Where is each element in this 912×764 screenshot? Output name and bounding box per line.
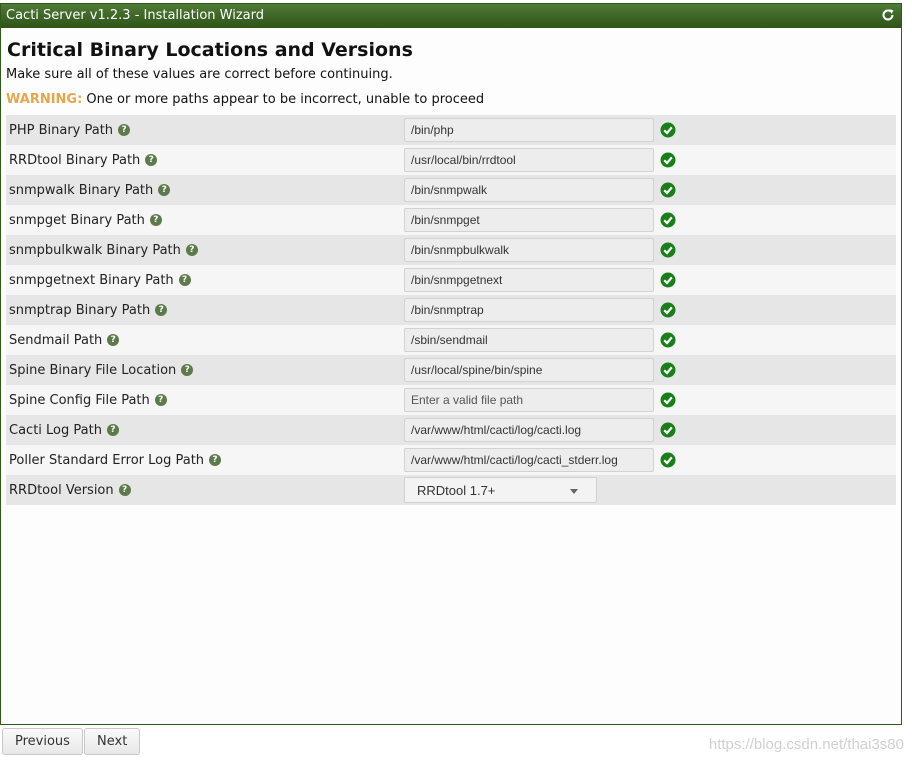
check-circle-icon	[660, 452, 676, 468]
wizard-footer: Previous Next https://blog.csdn.net/thai…	[0, 726, 912, 764]
table-row: RRDtool Binary Path?	[6, 145, 896, 175]
row-label-text: Poller Standard Error Log Path	[9, 452, 205, 468]
warning-text: One or more paths appear to be incorrect…	[82, 92, 485, 107]
check-circle-icon	[660, 212, 676, 228]
row-label-text: PHP Binary Path	[9, 122, 114, 138]
help-icon[interactable]: ?	[118, 484, 131, 496]
row-label-text: Sendmail Path	[9, 332, 103, 348]
row-label: snmpget Binary Path?	[6, 213, 404, 228]
row-label-text: Spine Binary File Location	[9, 362, 177, 378]
table-row: snmpgetnext Binary Path?	[6, 265, 896, 295]
row-label: Sendmail Path?	[6, 333, 404, 348]
row-label: RRDtool Binary Path?	[6, 153, 404, 168]
path-input-snmptrap[interactable]	[404, 298, 654, 322]
help-icon[interactable]: ?	[185, 244, 198, 256]
help-icon[interactable]: ?	[154, 394, 167, 406]
row-label-text: snmpgetnext Binary Path	[9, 272, 174, 288]
row-label: snmpbulkwalk Binary Path?	[6, 243, 404, 258]
row-label: RRDtool Version?	[6, 483, 404, 498]
path-input-poller-stderr[interactable]	[404, 448, 654, 472]
check-circle-icon	[660, 272, 676, 288]
path-input-php[interactable]	[404, 118, 654, 142]
rrdtool-version-select[interactable]: RRDtool 1.7+	[404, 477, 597, 503]
wizard-content: Critical Binary Locations and Versions M…	[1, 38, 901, 505]
row-label-text: snmpbulkwalk Binary Path	[9, 242, 181, 258]
row-label: Spine Config File Path?	[6, 393, 404, 408]
refresh-icon[interactable]	[881, 8, 895, 22]
row-label-text: snmpwalk Binary Path	[9, 182, 154, 198]
help-icon[interactable]: ?	[181, 364, 194, 376]
install-wizard-dialog: Cacti Server v1.2.3 - Installation Wizar…	[0, 3, 902, 725]
row-label-text: Cacti Log Path	[9, 422, 102, 438]
help-icon[interactable]: ?	[158, 184, 171, 196]
check-circle-icon	[660, 242, 676, 258]
warning-label: WARNING:	[6, 92, 83, 107]
path-input-sendmail[interactable]	[404, 328, 654, 352]
check-circle-icon	[660, 152, 676, 168]
warning-message: WARNING: One or more paths appear to be …	[6, 92, 896, 108]
check-circle-icon	[660, 392, 676, 408]
path-input-cacti-log[interactable]	[404, 418, 654, 442]
row-label-text: RRDtool Version	[9, 482, 114, 498]
check-circle-icon	[660, 422, 676, 438]
table-row: snmptrap Binary Path?	[6, 295, 896, 325]
rrdtool-version-selected: RRDtool 1.7+	[417, 482, 496, 498]
check-circle-icon	[660, 332, 676, 348]
row-label-text: snmptrap Binary Path	[9, 302, 151, 318]
chevron-down-icon	[570, 489, 578, 494]
table-row: RRDtool Version? RRDtool 1.7+	[6, 475, 896, 505]
table-row: PHP Binary Path?	[6, 115, 896, 145]
binary-paths-table: PHP Binary Path? RRDtool Binary Path? sn…	[6, 115, 896, 505]
row-label-text: snmpget Binary Path	[9, 212, 145, 228]
check-circle-icon	[660, 362, 676, 378]
table-row: Sendmail Path?	[6, 325, 896, 355]
path-input-spine-config[interactable]	[404, 388, 654, 412]
next-button[interactable]: Next	[84, 728, 141, 755]
row-label: Cacti Log Path?	[6, 423, 404, 438]
path-input-spine-binary[interactable]	[404, 358, 654, 382]
path-input-snmpbulkwalk[interactable]	[404, 238, 654, 262]
help-icon[interactable]: ?	[209, 454, 222, 466]
help-icon[interactable]: ?	[107, 334, 120, 346]
row-label: Poller Standard Error Log Path?	[6, 453, 404, 468]
help-icon[interactable]: ?	[106, 424, 119, 436]
row-label: snmpgetnext Binary Path?	[6, 273, 404, 288]
row-label: snmpwalk Binary Path?	[6, 183, 404, 198]
table-row: Spine Config File Path?	[6, 385, 896, 415]
help-icon[interactable]: ?	[149, 214, 162, 226]
path-input-rrdtool[interactable]	[404, 148, 654, 172]
table-row: Poller Standard Error Log Path?	[6, 445, 896, 475]
help-icon[interactable]: ?	[118, 124, 131, 136]
table-row: snmpget Binary Path?	[6, 205, 896, 235]
table-row: snmpwalk Binary Path?	[6, 175, 896, 205]
row-label: Spine Binary File Location?	[6, 363, 404, 378]
titlebar: Cacti Server v1.2.3 - Installation Wizar…	[1, 4, 901, 28]
row-label-text: Spine Config File Path	[9, 392, 150, 408]
path-input-snmpget[interactable]	[404, 208, 654, 232]
page-title: Critical Binary Locations and Versions	[7, 39, 413, 61]
table-row: snmpbulkwalk Binary Path?	[6, 235, 896, 265]
row-label: PHP Binary Path?	[6, 123, 404, 138]
check-circle-icon	[660, 122, 676, 138]
check-circle-icon	[660, 182, 676, 198]
table-row: Cacti Log Path?	[6, 415, 896, 445]
path-input-snmpwalk[interactable]	[404, 178, 654, 202]
window-title: Cacti Server v1.2.3 - Installation Wizar…	[6, 8, 264, 23]
previous-button[interactable]: Previous	[2, 728, 83, 755]
check-circle-icon	[660, 302, 676, 318]
help-icon[interactable]: ?	[178, 274, 191, 286]
intro-text: Make sure all of these values are correc…	[6, 67, 393, 82]
help-icon[interactable]: ?	[155, 304, 168, 316]
path-input-snmpgetnext[interactable]	[404, 268, 654, 292]
table-row: Spine Binary File Location?	[6, 355, 896, 385]
help-icon[interactable]: ?	[145, 154, 158, 166]
row-label: snmptrap Binary Path?	[6, 303, 404, 318]
row-label-text: RRDtool Binary Path	[9, 152, 141, 168]
watermark-text: https://blog.csdn.net/thai3s80	[708, 736, 904, 753]
